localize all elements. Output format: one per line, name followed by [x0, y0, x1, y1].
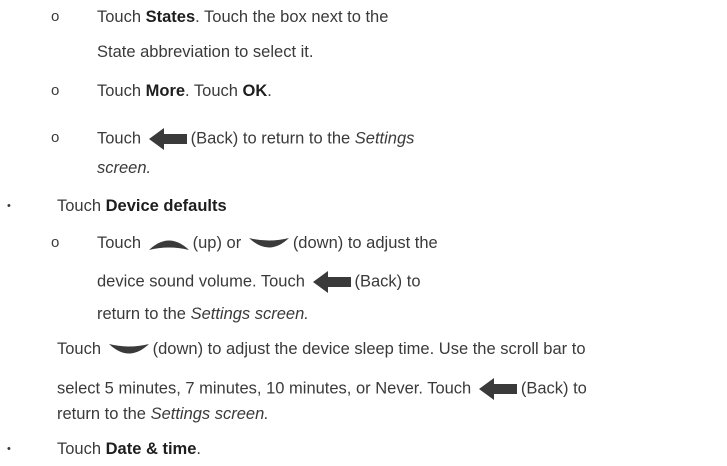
sub-bullet: o: [51, 129, 60, 146]
down-arrow-icon: [248, 237, 289, 248]
back-arrow-icon: [148, 128, 187, 150]
back-arrow-icon: [478, 378, 517, 400]
instruction-volume-line2: device sound volume. Touch (Back) to: [97, 270, 421, 294]
instruction-volume-line1: Touch (up) or (down) to adjust the: [97, 234, 438, 252]
down-arrow-icon: [108, 343, 149, 354]
instruction-sleep-line1: Touch (down) to adjust the device sleep …: [57, 340, 586, 358]
sub-bullet: o: [51, 8, 60, 25]
instruction-more-ok: Touch More. Touch OK.: [97, 82, 272, 100]
back-arrow-icon: [312, 271, 351, 293]
bullet: •: [7, 443, 11, 455]
instruction-date-time: Touch Date & time.: [57, 440, 201, 458]
instruction-states-line1: Touch States. Touch the box next to the: [97, 8, 389, 26]
instruction-back-line1: Touch (Back) to return to the Settings: [97, 127, 414, 151]
instruction-volume-line3: return to the Settings screen.: [97, 305, 309, 323]
instruction-sleep-line3: return to the Settings screen.: [57, 405, 269, 423]
instruction-device-defaults: Touch Device defaults: [57, 197, 227, 215]
instruction-back-line2: screen.: [97, 159, 152, 177]
bullet: •: [7, 200, 11, 212]
instruction-states-line2: State abbreviation to select it.: [97, 43, 314, 61]
up-arrow-icon: [148, 240, 189, 250]
sub-bullet: o: [51, 234, 60, 251]
instruction-sleep-line2: select 5 minutes, 7 minutes, 10 minutes,…: [57, 377, 587, 401]
sub-bullet: o: [51, 82, 60, 99]
